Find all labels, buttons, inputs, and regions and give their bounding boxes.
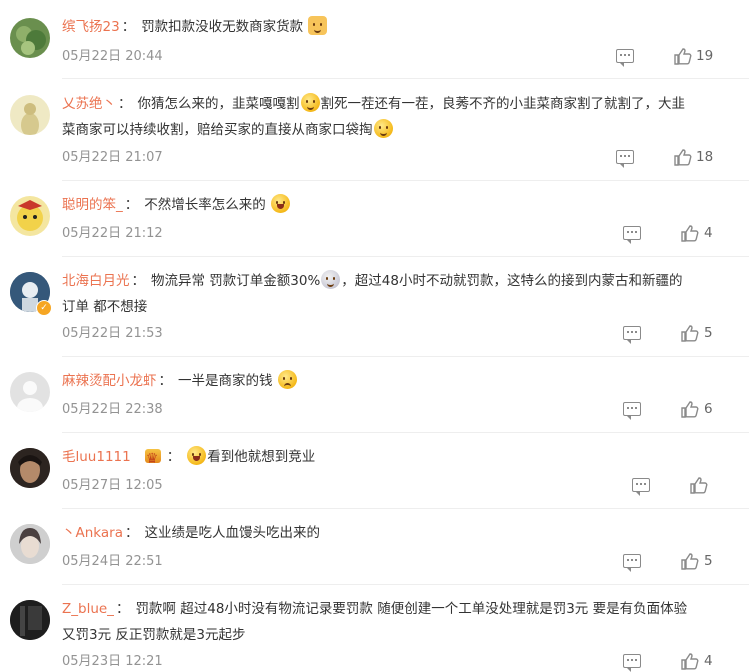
comment-text: 北海白月光： 物流异常 罚款订单金额30% ，超过48小时不动就罚款，这特么的接到内… — [62, 268, 719, 320]
reply-icon[interactable] — [616, 150, 634, 168]
like-count: 5 — [704, 325, 713, 341]
username-link[interactable]: 北海白月光 — [62, 273, 130, 289]
separator: ： — [121, 19, 136, 35]
separator: ： — [118, 96, 132, 112]
comment-body: 你猜怎么来的，韭菜嘎嘎割 — [137, 96, 300, 112]
username-link[interactable]: Z_blue_ — [62, 601, 114, 617]
separator: ： — [124, 197, 139, 213]
avatar[interactable] — [10, 448, 50, 488]
comment-body: 订单 都不想接 — [62, 299, 148, 315]
separator: ： — [166, 449, 181, 465]
timestamp: 05月24日 22:51 — [62, 554, 163, 569]
separator: ： — [124, 525, 139, 541]
thinking-emoji-icon — [373, 119, 393, 138]
comment-body: 菜商家可以持续收割，赔给买家的直接从商家口袋掏 — [62, 122, 373, 138]
username-link[interactable]: 毛luu1111 — [62, 449, 131, 465]
comment-body: 罚款扣款没收无数商家货款 — [141, 19, 304, 35]
timestamp: 05月23日 12:21 — [62, 654, 163, 669]
reply-icon[interactable] — [623, 226, 641, 244]
thinking-emoji-icon — [300, 93, 320, 112]
like-count: 6 — [704, 401, 713, 417]
avatar[interactable] — [10, 196, 50, 236]
like-count: 4 — [704, 653, 713, 669]
like-icon[interactable] — [681, 324, 699, 342]
username-link[interactable]: 乂苏绝丶 — [62, 96, 116, 112]
reply-icon[interactable] — [623, 326, 641, 344]
divider — [62, 256, 749, 257]
divider — [62, 508, 749, 509]
like-icon[interactable] — [681, 224, 699, 242]
timestamp: 05月22日 21:53 — [62, 326, 163, 341]
comment-body: 又罚3元 反正罚款就是3元起步 — [62, 627, 246, 643]
username-link[interactable]: 缤飞扬23 — [62, 19, 120, 35]
divider — [62, 180, 749, 181]
comment-text: 丶Ankara： 这业绩是吃人血馒头吃出来的 — [62, 520, 719, 546]
like-icon[interactable] — [681, 652, 699, 670]
comment-text: Z_blue_： 罚款啊 超过48小时没有物流记录要罚款 随便创建一个工单没处理就… — [62, 596, 719, 648]
like-count: 18 — [696, 149, 714, 165]
comment-body: ，超过48小时不动就罚款，这特么的接到内蒙古和新疆的 — [341, 273, 683, 289]
comment-body: 这业绩是吃人血馒头吃出来的 — [144, 525, 320, 541]
divider — [62, 78, 749, 79]
reply-icon[interactable] — [623, 554, 641, 572]
comment-body: 不然增长率怎么来的 — [144, 197, 266, 213]
username-link[interactable]: 麻辣烫配小龙虾 — [62, 373, 157, 389]
timestamp: 05月22日 22:38 — [62, 402, 163, 417]
timestamp: 05月22日 21:07 — [62, 150, 163, 165]
avatar[interactable] — [10, 18, 50, 58]
reply-icon[interactable] — [632, 478, 650, 496]
like-icon[interactable] — [674, 47, 692, 65]
avatar[interactable] — [10, 95, 50, 135]
avatar[interactable] — [10, 600, 50, 640]
comment-text: 缤飞扬23： 罚款扣款没收无数商家货款 — [62, 14, 719, 40]
timestamp: 05月22日 20:44 — [62, 49, 163, 64]
comment-body: 一半是商家的钱 — [178, 373, 273, 389]
separator: ： — [131, 273, 146, 289]
like-icon[interactable] — [690, 476, 708, 494]
like-count: 4 — [704, 225, 713, 241]
reply-icon[interactable] — [616, 49, 634, 67]
like-icon[interactable] — [681, 552, 699, 570]
comment-body: 罚款啊 超过48小时没有物流记录要罚款 随便创建一个工单没处理就是罚3元 要是有… — [135, 601, 688, 617]
separator: ： — [115, 601, 130, 617]
divider — [62, 356, 749, 357]
timestamp: 05月27日 12:05 — [62, 478, 163, 493]
crying-emoji-icon — [277, 370, 297, 389]
laughing-emoji-icon — [187, 446, 207, 465]
comment-body: 割死一茬还有一茬，良莠不齐的小韭菜商家割了就割了，大韭 — [320, 96, 686, 112]
comment-text: 聪明的笨_： 不然增长率怎么来的 — [62, 192, 719, 218]
separator: ： — [158, 373, 173, 389]
like-count: 19 — [696, 48, 714, 64]
comment-text: 麻辣烫配小龙虾： 一半是商家的钱 — [62, 368, 719, 394]
verified-badge-icon: ✓ — [36, 300, 52, 316]
doge-emoji-icon — [308, 16, 328, 35]
comment-body: 看到他就想到竞业 — [207, 449, 316, 465]
like-icon[interactable] — [681, 400, 699, 418]
like-icon[interactable] — [674, 148, 692, 166]
reply-icon[interactable] — [623, 402, 641, 420]
avatar[interactable] — [10, 524, 50, 564]
like-count: 5 — [704, 553, 713, 569]
comment-text: 乂苏绝丶： 你猜怎么来的，韭菜嘎嘎割 割死一茬还有一茬，良莠不齐的小韭菜商家割了就割… — [62, 91, 719, 143]
avatar[interactable] — [10, 372, 50, 412]
timestamp: 05月22日 21:12 — [62, 226, 163, 241]
username-link[interactable]: 聪明的笨_ — [62, 197, 123, 213]
divider — [62, 432, 749, 433]
comment-text: 毛luu1111 ： 看到他就想到竞业 — [62, 444, 719, 472]
comment-body: 物流异常 罚款订单金额30% — [151, 273, 321, 289]
username-link[interactable]: 丶Ankara — [62, 525, 123, 541]
shout-emoji-icon — [271, 194, 291, 213]
scared-emoji-icon — [321, 270, 341, 289]
crown-badge-icon — [144, 446, 161, 472]
divider — [62, 584, 749, 585]
